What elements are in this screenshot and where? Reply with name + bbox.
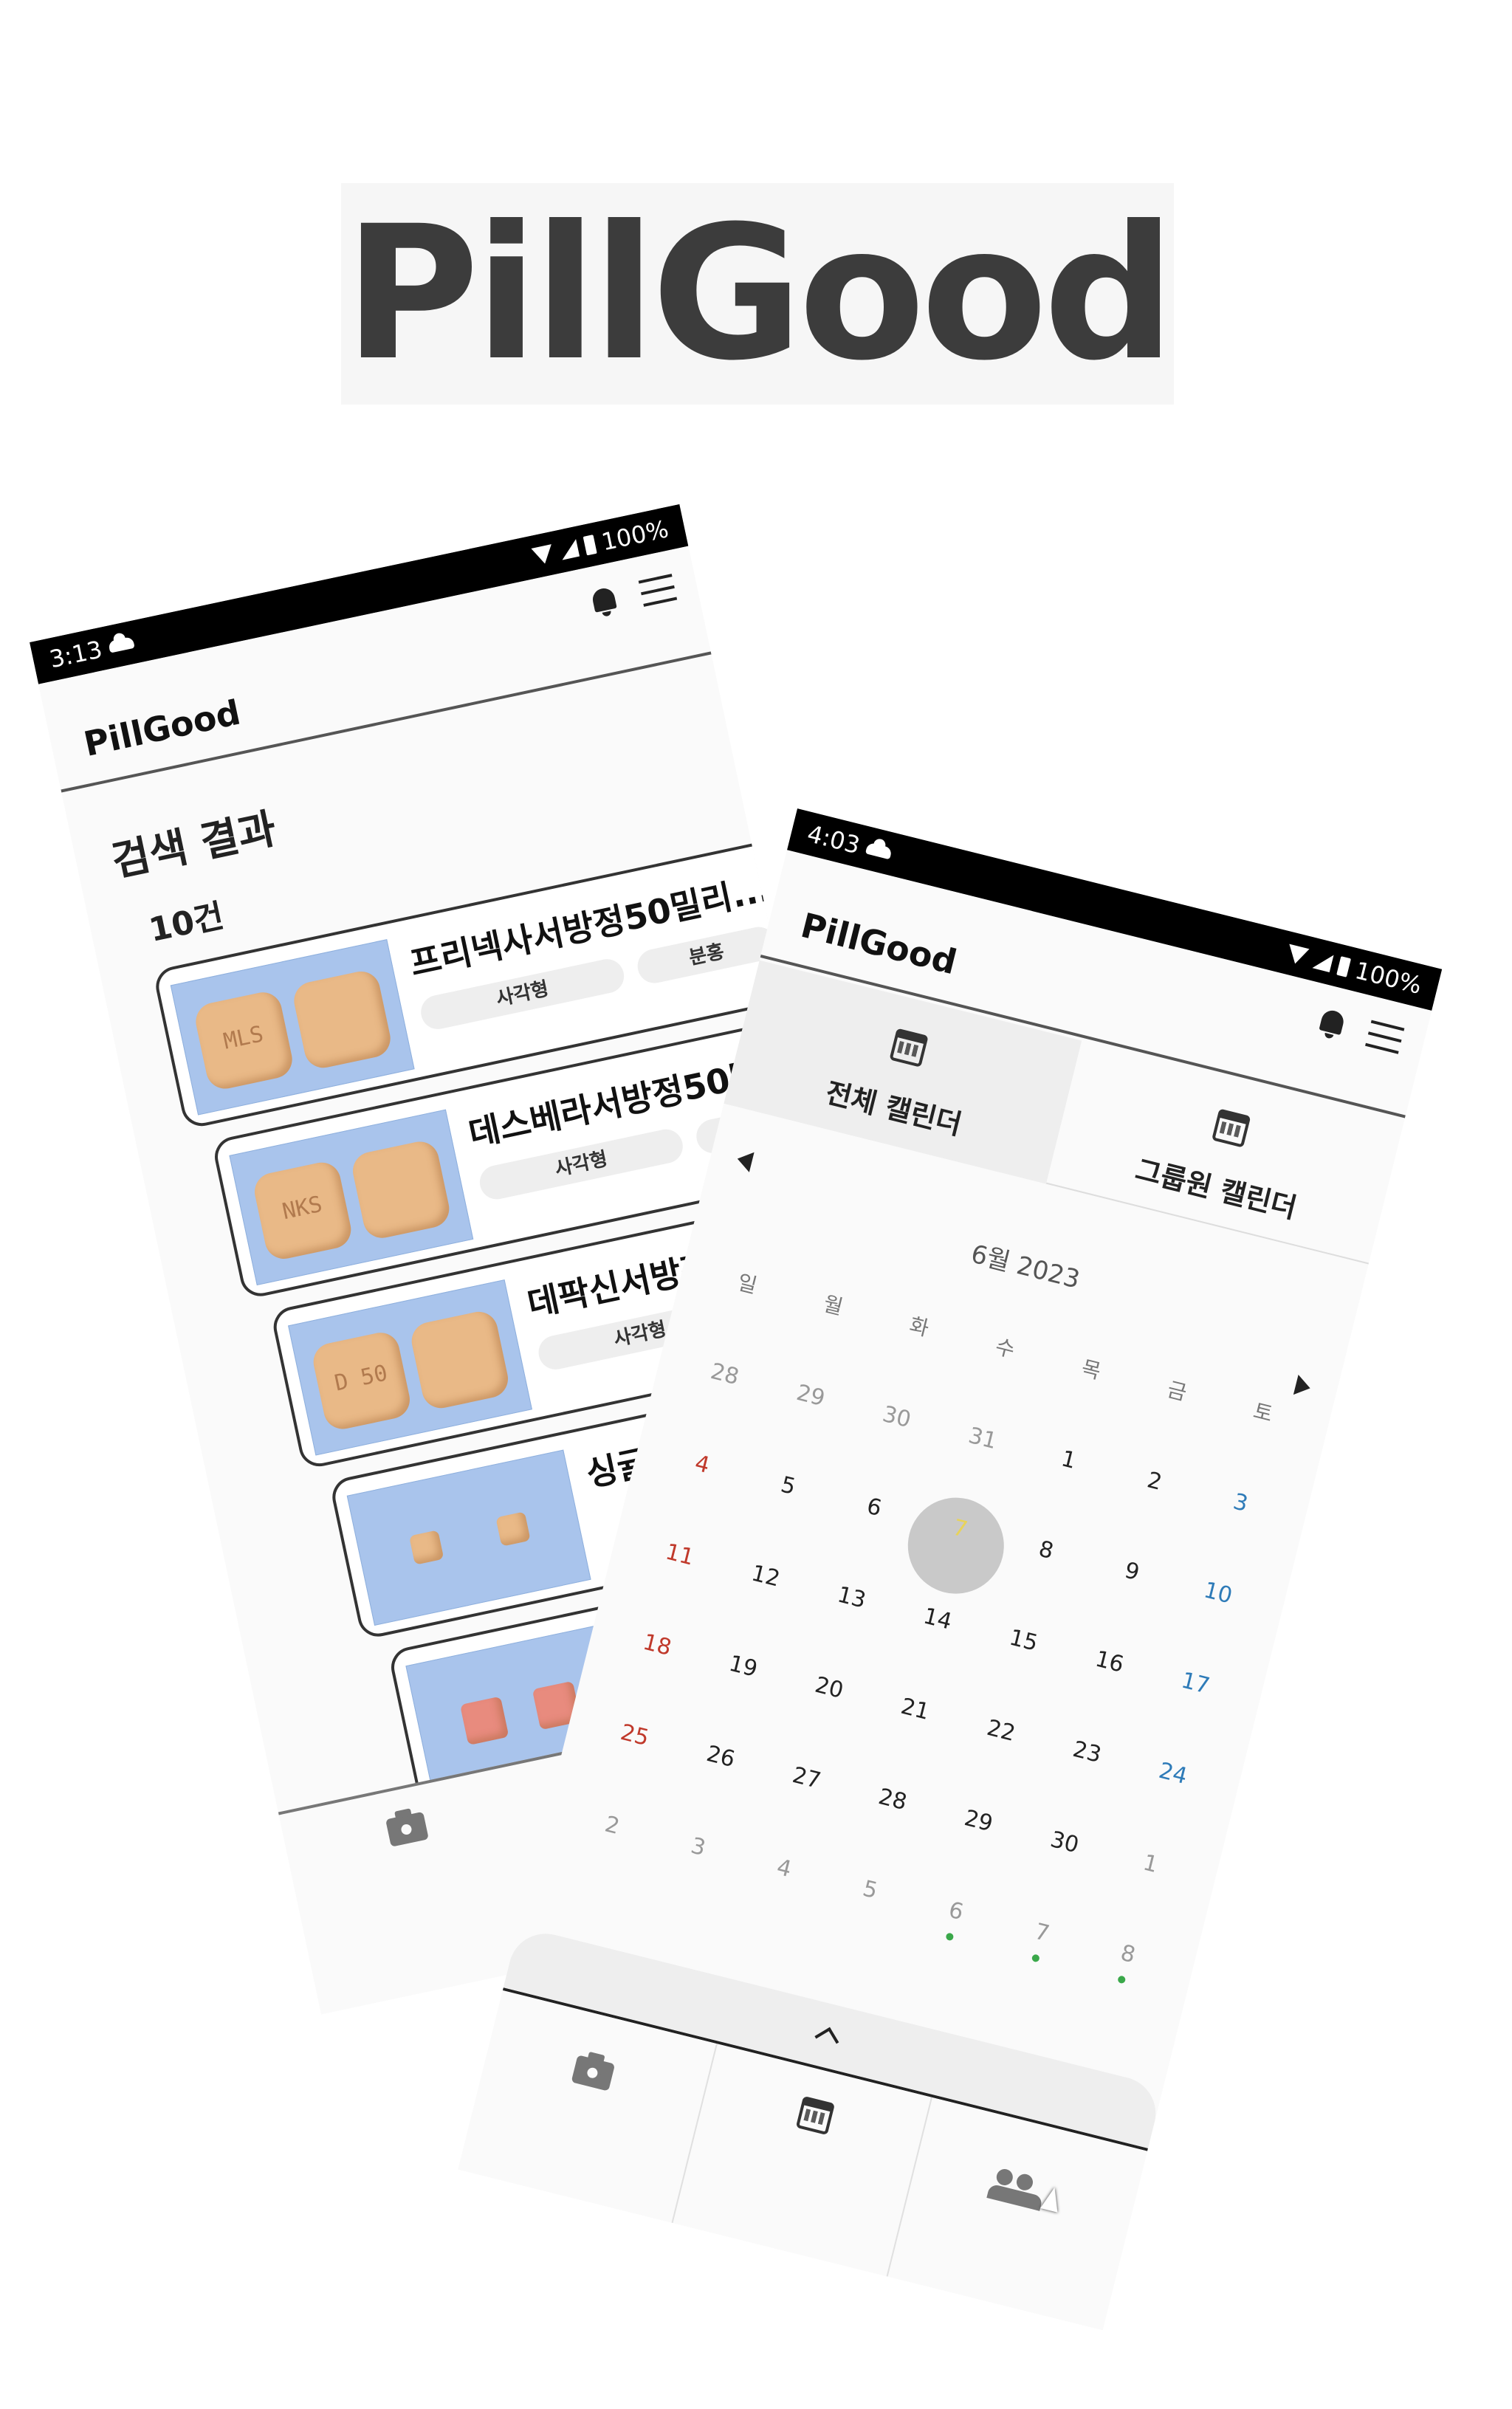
day-number: 31: [966, 1422, 1000, 1455]
day-number: 1: [1140, 1849, 1161, 1878]
battery-icon: [1336, 955, 1351, 977]
day-number: 25: [617, 1719, 652, 1752]
status-time: 4:03: [804, 819, 863, 860]
wifi-icon: [1285, 944, 1310, 966]
day-number: 26: [704, 1740, 738, 1773]
day-number: 15: [1006, 1624, 1041, 1657]
pill-image: D 50: [288, 1279, 532, 1456]
wifi-icon: [530, 544, 555, 566]
pill-imprint: D 50: [332, 1360, 391, 1397]
day-number: 30: [1048, 1826, 1082, 1859]
weekday-label: 일: [735, 1270, 760, 1299]
day-number: 17: [1178, 1667, 1213, 1700]
day-number: 1: [1058, 1446, 1079, 1474]
day-number: 29: [794, 1379, 828, 1412]
cloud-icon: [107, 636, 135, 653]
day-number: 21: [898, 1693, 932, 1725]
menu-icon[interactable]: [638, 572, 678, 608]
battery-level: 100%: [599, 515, 671, 557]
day-number: 13: [834, 1581, 869, 1614]
day-number: 14: [921, 1603, 955, 1635]
day-number: 5: [778, 1471, 799, 1501]
status-time: 3:13: [47, 635, 105, 674]
cloud-icon: [865, 842, 893, 860]
signal-icon: [558, 539, 580, 560]
prev-month-icon[interactable]: [735, 1148, 755, 1172]
day-number: 3: [1230, 1488, 1251, 1517]
day-number: 8: [1036, 1536, 1056, 1565]
calendar-grid: 28 29 30 31 1 2 3 4 5 6 7 8 9 10 11 12 13 14 15 16 17 18 19 20 2…: [555, 1330, 1292, 2021]
day-number: 19: [726, 1650, 760, 1683]
result-count: 10건: [145, 897, 227, 950]
event-dot: [1031, 1953, 1040, 1963]
weekday-label: 화: [907, 1313, 932, 1341]
signal-icon: [1311, 950, 1334, 972]
camera-icon: [571, 2055, 616, 2092]
event-dot: [945, 1932, 955, 1942]
day-number: 18: [640, 1629, 674, 1661]
pill-imprint: NKS: [280, 1191, 325, 1226]
day-number: 29: [961, 1805, 996, 1838]
day-number: 6: [864, 1493, 884, 1522]
day-number: 9: [1121, 1557, 1142, 1587]
day-number: 7: [1031, 1918, 1052, 1948]
day-number: 6: [946, 1897, 966, 1926]
weekday-label: 목: [1079, 1355, 1104, 1384]
day-number: 5: [860, 1875, 881, 1905]
logo-text: PillGood: [344, 186, 1175, 401]
event-dot: [1117, 1975, 1127, 1984]
page-title: 검색 결과: [107, 804, 281, 887]
pill-imprint: MLS: [221, 1021, 266, 1055]
weekday-label: 월: [821, 1291, 846, 1320]
pill-image: NKS: [229, 1109, 474, 1286]
day-number: 27: [789, 1762, 824, 1795]
pill-image: [346, 1449, 591, 1626]
day-number: 11: [662, 1539, 697, 1571]
day-number: 4: [774, 1854, 794, 1883]
calendar-icon: [889, 1028, 929, 1068]
app-title: PillGood: [797, 904, 961, 983]
day-number: 16: [1093, 1646, 1127, 1678]
calendar-icon: [795, 2095, 836, 2136]
bell-icon[interactable]: [1316, 1006, 1348, 1041]
pillgood-logo: PillGood: [341, 183, 1175, 405]
day-number: 2: [1144, 1467, 1165, 1496]
weekday-label: 수: [992, 1334, 1017, 1363]
day-number: 3: [688, 1832, 709, 1862]
camera-icon[interactable]: [385, 1811, 429, 1847]
next-month-icon[interactable]: [1293, 1374, 1313, 1398]
battery-icon: [583, 535, 597, 556]
weekday-label: 금: [1164, 1377, 1189, 1406]
day-number: 12: [749, 1560, 783, 1592]
day-number: 8: [1118, 1939, 1138, 1969]
calendar-icon: [1212, 1108, 1251, 1148]
chevron-up-icon[interactable]: [814, 2027, 839, 2052]
day-number: 28: [707, 1358, 742, 1391]
day-number: 2: [602, 1811, 622, 1841]
app-title: PillGood: [80, 692, 244, 764]
day-number: 30: [879, 1401, 914, 1434]
bell-icon[interactable]: [589, 585, 620, 619]
pill-image: MLS: [170, 939, 415, 1116]
day-number: 4: [692, 1450, 712, 1480]
day-number: 10: [1201, 1577, 1235, 1609]
day-number: 23: [1070, 1736, 1104, 1768]
day-number: 22: [984, 1714, 1018, 1747]
day-number: 20: [812, 1671, 846, 1704]
day-number: 28: [876, 1783, 910, 1816]
menu-icon[interactable]: [1365, 1019, 1405, 1056]
day-number: 24: [1156, 1757, 1190, 1790]
day-number: 7: [949, 1514, 970, 1544]
